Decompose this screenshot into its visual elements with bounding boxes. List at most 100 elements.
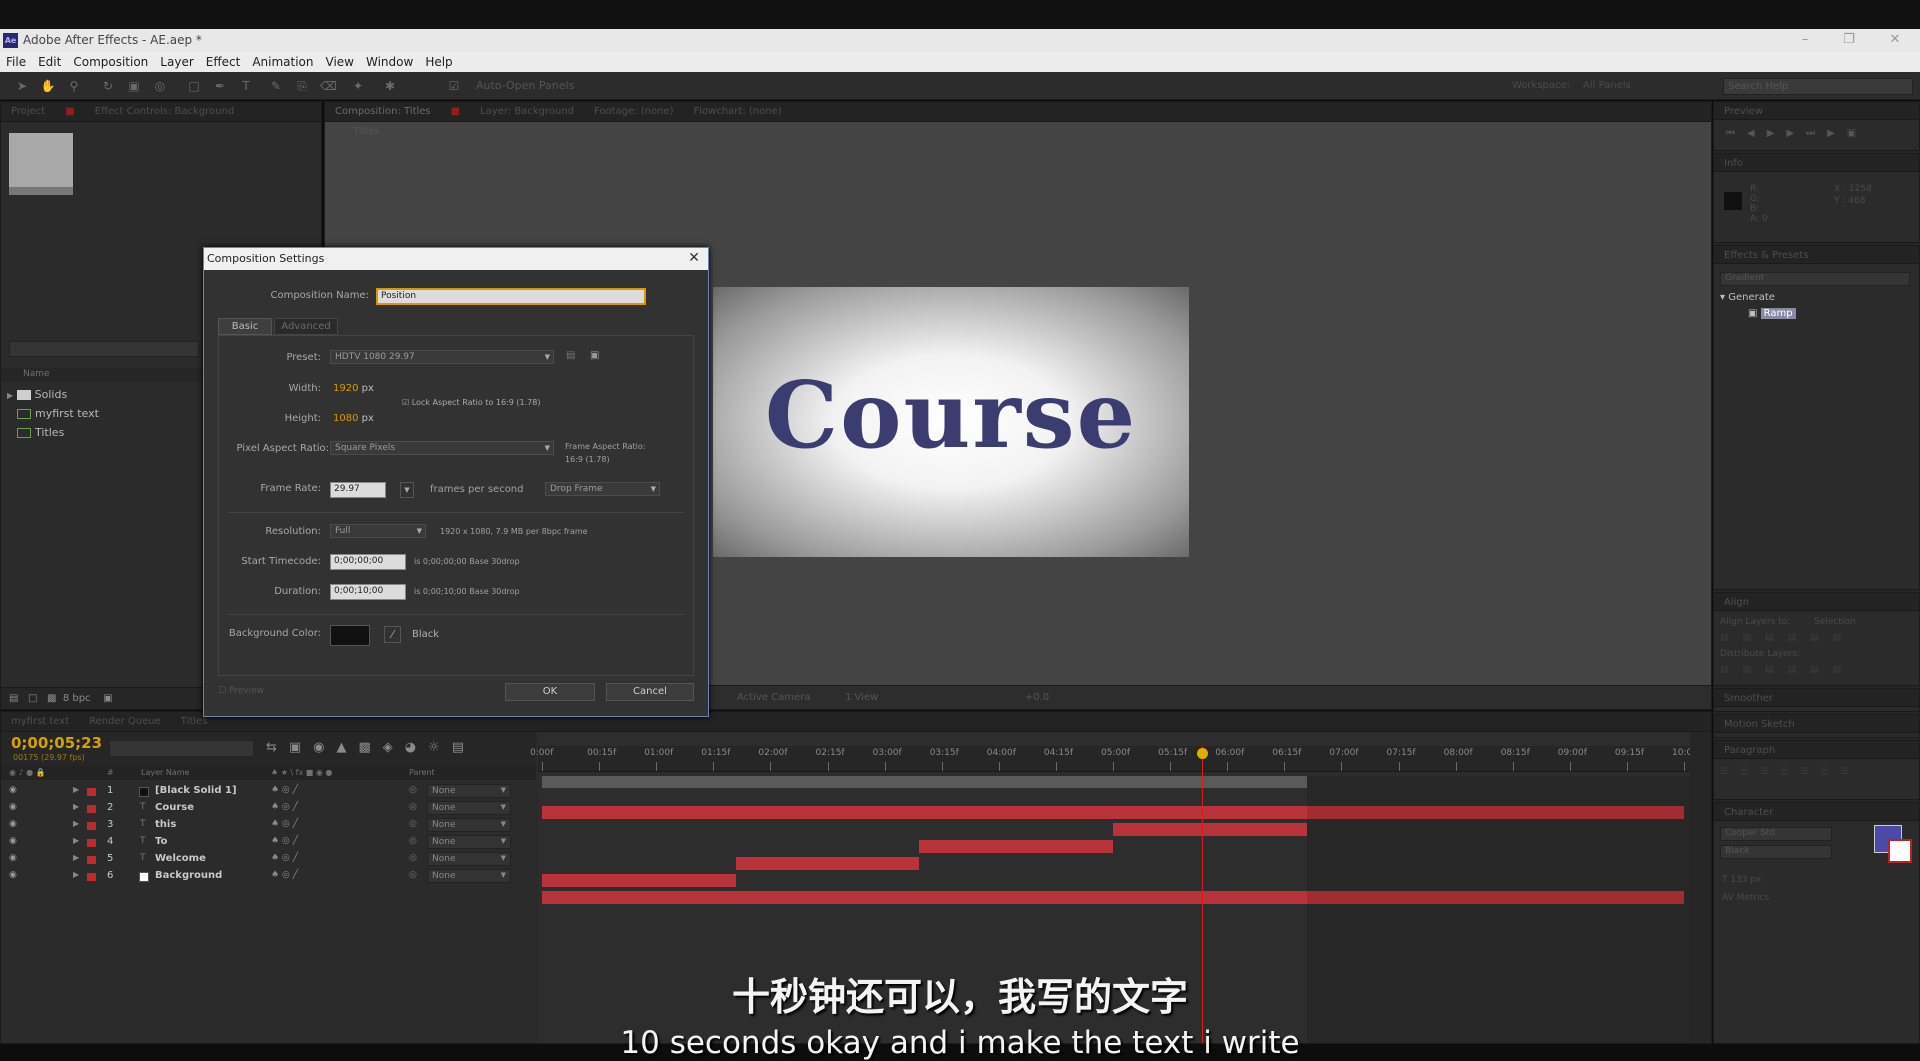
tab-myfirst-text[interactable]: myfirst text <box>1 712 79 727</box>
clone-stamp-tool-icon[interactable]: ⎘ <box>294 78 310 94</box>
visibility-eye-icon[interactable]: ◉ <box>9 870 17 880</box>
current-time-display[interactable]: 0;00;05;23 <box>11 734 102 752</box>
timeline-search-input[interactable] <box>109 740 254 757</box>
layer-duration-bar[interactable] <box>1113 823 1308 836</box>
paragraph-align-buttons[interactable]: ☰☰☰☰☰☰☰ <box>1720 767 1860 777</box>
menu-animation[interactable]: Animation <box>246 52 319 69</box>
dialog-close-icon[interactable]: ✕ <box>686 250 702 266</box>
tab-layer[interactable]: Layer: Background <box>470 102 584 117</box>
tab-project[interactable]: Project <box>1 102 55 117</box>
layer-row[interactable]: ◉ ▶ 1 [Black Solid 1] ♠ ◎ ╱ ◎ None ▼ <box>1 783 536 800</box>
expand-triangle-icon[interactable]: ▶ <box>73 853 79 862</box>
tab-render-queue[interactable]: Render Queue <box>79 712 171 727</box>
label-color-swatch[interactable] <box>87 805 96 813</box>
delete-preset-icon[interactable]: ▣ <box>590 350 599 361</box>
expand-triangle-icon[interactable]: ▶ <box>7 391 13 400</box>
layer-switches[interactable]: ♠ ◎ ╱ <box>271 819 298 829</box>
menu-layer[interactable]: Layer <box>154 52 199 69</box>
pan-behind-tool-icon[interactable]: ◎ <box>152 78 168 94</box>
comp-name-input[interactable]: Position <box>376 288 646 305</box>
pen-tool-icon[interactable]: ✒ <box>212 78 228 94</box>
tab-info[interactable]: Info <box>1714 154 1753 169</box>
label-color-swatch[interactable] <box>87 873 96 881</box>
width-field[interactable]: 1920 px <box>333 383 374 394</box>
effects-group-generate[interactable]: ▾ Generate <box>1720 292 1775 303</box>
expand-triangle-icon[interactable]: ▶ <box>73 870 79 879</box>
expand-triangle-icon[interactable]: ▶ <box>73 785 79 794</box>
tab-composition[interactable]: Composition: Titles <box>325 102 441 117</box>
resolution-select[interactable]: Full ▼ <box>330 524 426 538</box>
tab-basic[interactable]: Basic <box>218 318 272 335</box>
tab-paragraph[interactable]: Paragraph <box>1714 741 1785 756</box>
layer-name[interactable]: Background <box>155 870 222 881</box>
label-color-swatch[interactable] <box>87 856 96 864</box>
layer-name[interactable]: this <box>155 819 176 830</box>
camera-select[interactable]: Active Camera <box>737 692 810 703</box>
preview-checkbox[interactable]: ☐ Preview <box>218 686 264 696</box>
project-item-solids[interactable]: ▶ Solids <box>7 388 67 401</box>
pickwhip-icon[interactable]: ◎ <box>409 819 417 829</box>
zoom-tool-icon[interactable]: ⚲ <box>66 78 82 94</box>
tab-effects-presets[interactable]: Effects & Presets <box>1714 246 1819 261</box>
canvas-text-course[interactable]: Course <box>713 361 1189 469</box>
tab-preview[interactable]: Preview <box>1714 102 1773 117</box>
time-ruler[interactable]: 0:00f 00:15f 01:00f 01:15f 02:00f 02:15f 03:00… <box>530 746 1692 772</box>
parent-select[interactable]: None ▼ <box>427 784 511 798</box>
save-preset-icon[interactable]: ▤ <box>566 350 575 361</box>
preset-select[interactable]: HDTV 1080 29.97 ▼ <box>330 350 554 364</box>
menu-composition[interactable]: Composition <box>67 52 154 69</box>
close-icon[interactable]: ✕ <box>1880 30 1910 50</box>
visibility-eye-icon[interactable]: ◉ <box>9 819 17 829</box>
project-item-titles[interactable]: Titles <box>17 426 64 439</box>
lock-aspect-checkbox[interactable]: ☑ Lock Aspect Ratio to 16:9 (1.78) <box>402 398 540 407</box>
rotate-tool-icon[interactable]: ↻ <box>100 78 116 94</box>
layer-switches[interactable]: ♠ ◎ ╱ <box>271 836 298 846</box>
layer-name[interactable]: Course <box>155 802 194 813</box>
expand-triangle-icon[interactable]: ▾ <box>1720 292 1725 303</box>
minimize-icon[interactable]: – <box>1790 30 1820 50</box>
layer-row[interactable]: ◉ ▶ 4 T To ♠ ◎ ╱ ◎ None ▼ <box>1 834 536 851</box>
layer-name[interactable]: To <box>155 836 167 847</box>
layer-duration-bar[interactable] <box>736 857 919 870</box>
interpret-footage-icon[interactable]: ▤ <box>9 693 18 704</box>
restore-icon[interactable]: ❐ <box>1834 30 1864 50</box>
parent-select[interactable]: None ▼ <box>427 869 511 883</box>
label-color-swatch[interactable] <box>87 822 96 830</box>
visibility-eye-icon[interactable]: ◉ <box>9 802 17 812</box>
layer-row[interactable]: ◉ ▶ 2 T Course ♠ ◎ ╱ ◎ None ▼ <box>1 800 536 817</box>
current-time-indicator[interactable] <box>1197 748 1209 759</box>
puppet-tool-icon[interactable]: ✱ <box>382 78 398 94</box>
layer-name[interactable]: Welcome <box>155 853 206 864</box>
hand-tool-icon[interactable]: ✋ <box>40 78 56 94</box>
view-layout-select[interactable]: 1 View <box>845 692 878 703</box>
work-area-bar[interactable] <box>542 776 1308 788</box>
tab-footage[interactable]: Footage: (none) <box>584 102 683 117</box>
menu-effect[interactable]: Effect <box>200 52 247 69</box>
menu-file[interactable]: File <box>0 52 32 69</box>
composition-breadcrumb[interactable]: Titles <box>353 126 380 137</box>
close-tab-icon[interactable]: ■ <box>441 102 470 117</box>
workspace-select[interactable]: All Panels <box>1583 80 1631 91</box>
frame-rate-input[interactable]: 29.97 <box>330 482 386 498</box>
layer-switches[interactable]: ♠ ◎ ╱ <box>271 870 298 880</box>
drop-frame-select[interactable]: Drop Frame ▼ <box>545 482 660 496</box>
parent-select[interactable]: None ▼ <box>427 818 511 832</box>
background-color-swatch[interactable] <box>330 625 370 646</box>
col-layer-name[interactable]: Layer Name <box>141 768 189 777</box>
pickwhip-icon[interactable]: ◎ <box>409 785 417 795</box>
layer-switches[interactable]: ♠ ◎ ╱ <box>271 853 298 863</box>
close-tab-icon[interactable]: ■ <box>55 102 84 117</box>
parent-select[interactable]: None ▼ <box>427 852 511 866</box>
menu-view[interactable]: View <box>320 52 360 69</box>
eraser-tool-icon[interactable]: ⌫ <box>320 78 337 94</box>
bpc-label[interactable]: 8 bpc <box>63 693 91 704</box>
pickwhip-icon[interactable]: ◎ <box>409 853 417 863</box>
layer-row[interactable]: ◉ ▶ 3 Tthis ♠ ◎ ╱ ◎ None ▼ <box>1 817 536 834</box>
menu-edit[interactable]: Edit <box>32 52 67 69</box>
effects-search-input[interactable]: Gradient <box>1720 272 1910 286</box>
new-folder-icon[interactable]: □ <box>28 693 37 704</box>
layer-switches[interactable]: ♠ ◎ ╱ <box>271 802 298 812</box>
pixel-aspect-select[interactable]: Square Pixels ▼ <box>330 441 554 455</box>
roto-brush-tool-icon[interactable]: ✦ <box>350 78 366 94</box>
mask-tool-icon[interactable]: □ <box>186 78 202 94</box>
